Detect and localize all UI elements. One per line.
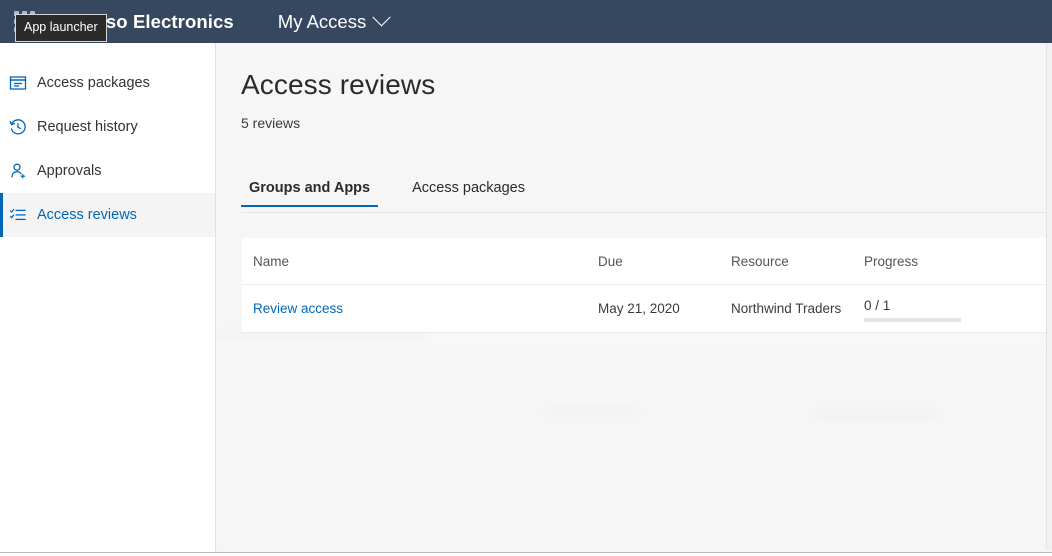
sidebar-item-label: Access reviews xyxy=(37,207,137,223)
tab-label: Access packages xyxy=(412,180,525,196)
progress-cell: 0 / 1 xyxy=(864,296,1039,322)
sidebar-item-label: Approvals xyxy=(37,163,101,179)
tab-groups-and-apps[interactable]: Groups and Apps xyxy=(241,175,378,206)
sidebar-navigation: Access packages Request history xyxy=(0,43,216,553)
top-header-bar: Contoso Electronics My Access xyxy=(0,0,1052,43)
progress-label: 0 / 1 xyxy=(864,298,1039,313)
app-launcher-tooltip: App launcher xyxy=(15,14,107,42)
content-tabs: Groups and Apps Access packages xyxy=(241,175,1052,213)
column-header-progress: Progress xyxy=(864,254,1039,269)
column-header-name: Name xyxy=(253,254,598,269)
tab-access-packages[interactable]: Access packages xyxy=(404,175,533,206)
my-access-menu-button[interactable]: My Access xyxy=(278,11,388,33)
sidebar-item-access-reviews[interactable]: Access reviews xyxy=(0,193,215,237)
sidebar-item-request-history[interactable]: Request history xyxy=(0,105,215,149)
table-row[interactable]: Review access May 21, 2020 Northwind Tra… xyxy=(242,285,1052,333)
sidebar-item-access-packages[interactable]: Access packages xyxy=(0,61,215,105)
chevron-down-icon xyxy=(373,8,391,26)
sidebar-item-label: Access packages xyxy=(37,75,150,91)
package-box-icon xyxy=(8,73,28,93)
progress-bar-track xyxy=(864,318,961,322)
review-count-subtitle: 5 reviews xyxy=(241,115,300,131)
checklist-icon xyxy=(8,205,28,225)
column-header-due: Due xyxy=(598,254,731,269)
sidebar-item-approvals[interactable]: Approvals xyxy=(0,149,215,193)
review-access-link[interactable]: Review access xyxy=(253,301,343,316)
my-access-access-reviews-page: Contoso Electronics My Access App launch… xyxy=(0,0,1052,556)
my-access-label: My Access xyxy=(278,11,366,33)
sidebar-item-label: Request history xyxy=(37,119,138,135)
main-content: Access reviews 5 reviews Groups and Apps… xyxy=(216,43,1052,553)
tab-label: Groups and Apps xyxy=(249,180,370,196)
column-header-resource: Resource xyxy=(731,254,864,269)
table-header-row: Name Due Resource Progress xyxy=(242,238,1052,285)
due-date-cell: May 21, 2020 xyxy=(598,301,731,316)
review-name-cell: Review access xyxy=(253,301,598,316)
vertical-scrollbar[interactable] xyxy=(1046,43,1052,550)
resource-cell: Northwind Traders xyxy=(731,301,864,316)
faded-background-area xyxy=(216,333,1052,553)
person-add-icon xyxy=(8,161,28,181)
page-title: Access reviews xyxy=(241,69,435,101)
horizontal-scrollbar[interactable] xyxy=(0,552,1052,556)
clock-history-icon xyxy=(8,117,28,137)
access-reviews-table: Name Due Resource Progress Review access… xyxy=(242,238,1052,333)
